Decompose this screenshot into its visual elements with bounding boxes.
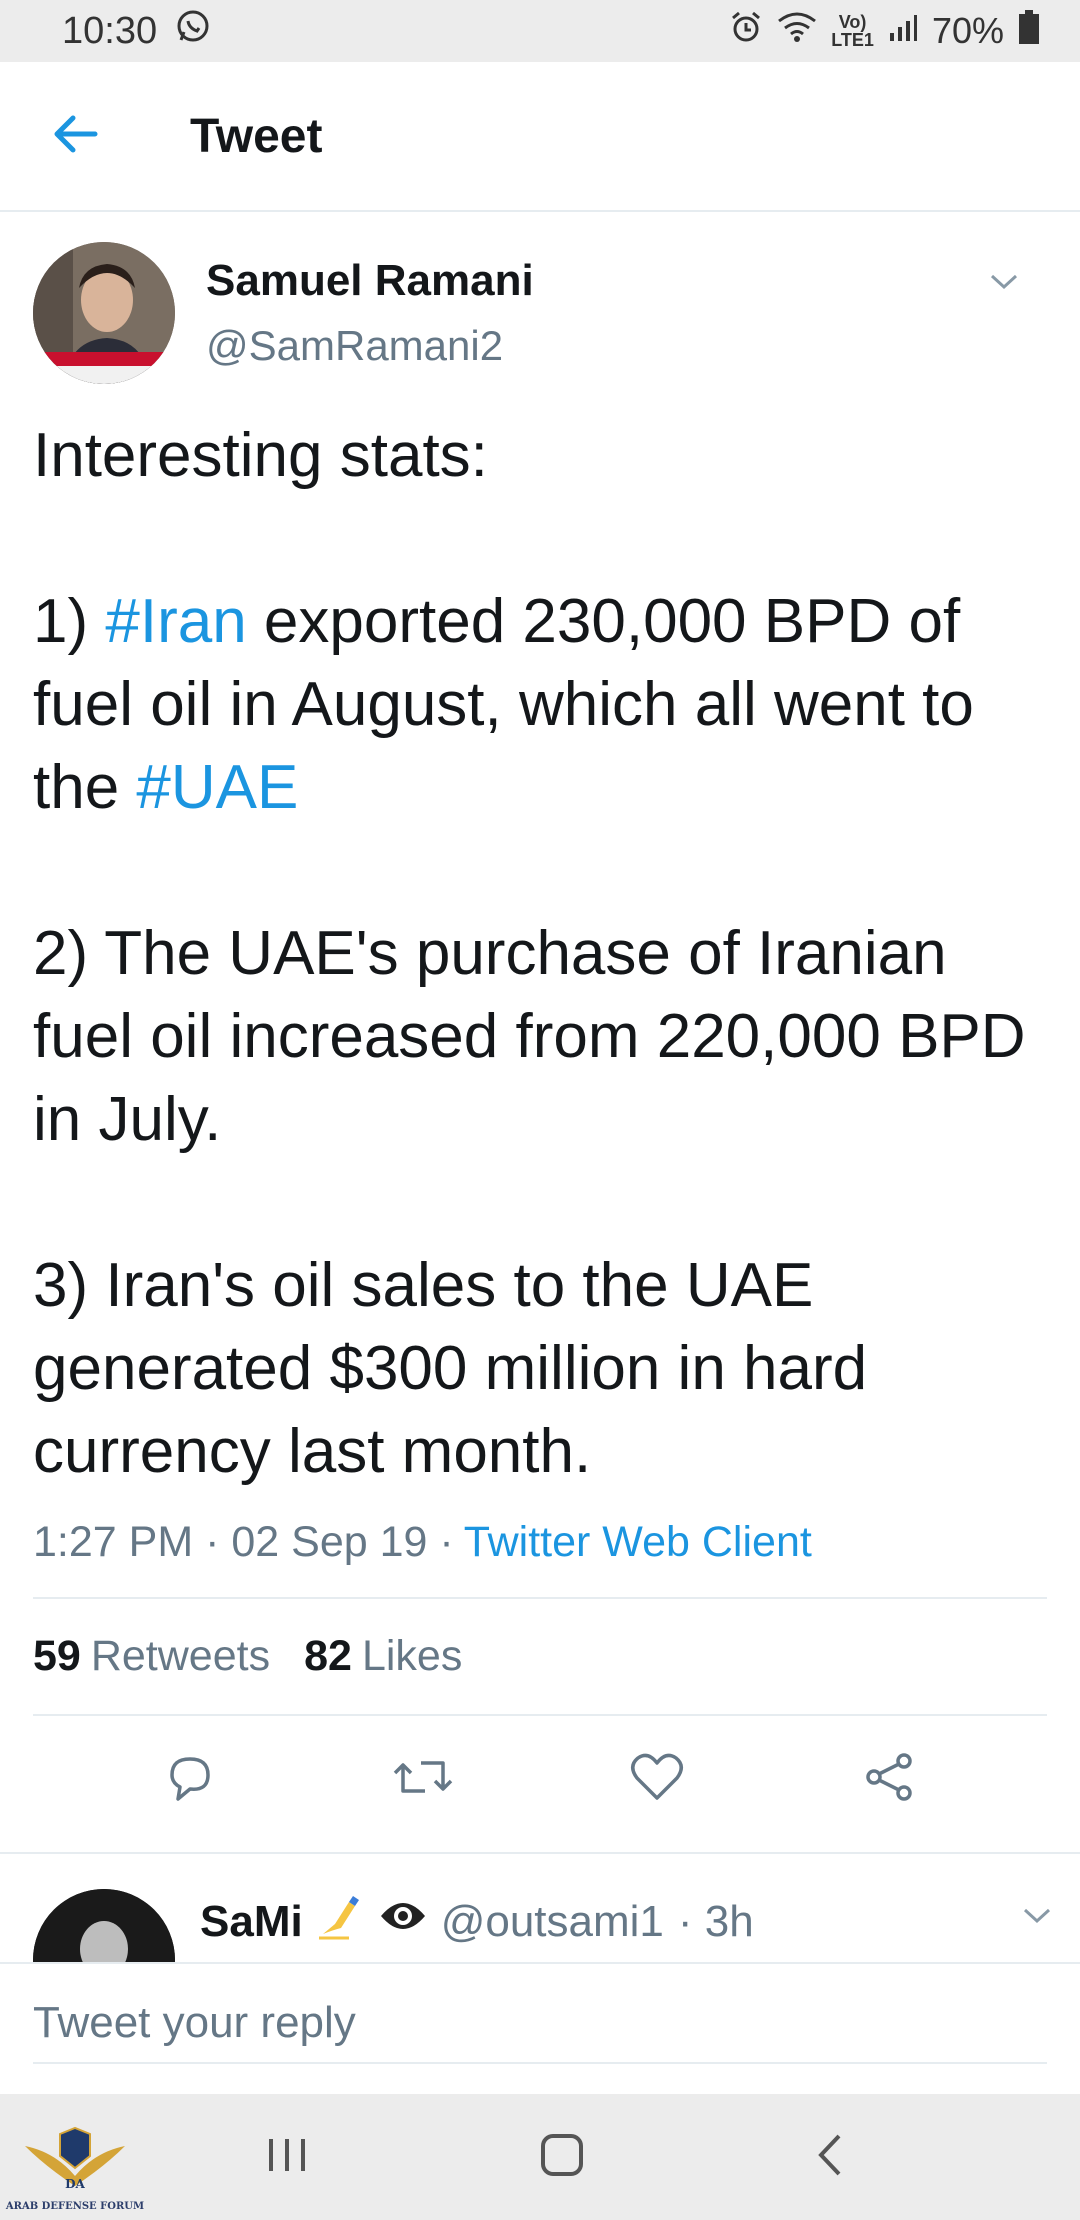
retweets-count: 59 bbox=[33, 1632, 81, 1680]
chevron-left-icon bbox=[815, 2134, 845, 2182]
tweet-stats: 59 Retweets 82 Likes bbox=[33, 1599, 1047, 1714]
reply-author-name[interactable]: SaMi bbox=[200, 1897, 303, 1947]
tweet-menu-button[interactable] bbox=[989, 272, 1019, 297]
app-header: Tweet bbox=[0, 62, 1080, 212]
navigation-bar bbox=[0, 2094, 1080, 2220]
reply-avatar[interactable] bbox=[33, 1889, 175, 1964]
forum-name: ARAB DEFENSE FORUM bbox=[5, 2201, 145, 2212]
likes-label: Likes bbox=[361, 1632, 463, 1680]
author-avatar[interactable] bbox=[33, 242, 175, 384]
share-icon bbox=[864, 1751, 916, 1808]
share-button[interactable] bbox=[850, 1739, 930, 1819]
tweet-actions bbox=[33, 1716, 1047, 1842]
reply-composer bbox=[0, 1962, 1080, 2094]
reply-button[interactable] bbox=[150, 1739, 230, 1819]
retweet-button[interactable] bbox=[383, 1739, 463, 1819]
status-time: 10:30 bbox=[62, 9, 158, 52]
nav-back-button[interactable] bbox=[815, 2132, 845, 2183]
retweets-stat[interactable]: 59 Retweets bbox=[33, 1632, 270, 1681]
recent-apps-icon bbox=[265, 2138, 309, 2179]
network-bottom: LTE1 bbox=[831, 30, 874, 50]
home-icon bbox=[539, 2133, 585, 2182]
alarm-icon bbox=[729, 10, 763, 53]
signal-icon bbox=[888, 10, 918, 52]
meta-separator: · bbox=[205, 1517, 220, 1566]
network-label: Vo) LTE1 bbox=[831, 13, 874, 49]
heart-icon bbox=[630, 1752, 684, 1807]
reply-input[interactable] bbox=[33, 1984, 1047, 2064]
tweet-client-link[interactable]: Twitter Web Client bbox=[464, 1518, 812, 1567]
tweet-date: 02 Sep 19 bbox=[231, 1517, 428, 1566]
tweet-text: Interesting stats: 1) #Iran exported 230… bbox=[33, 414, 1047, 1493]
likes-count: 82 bbox=[304, 1632, 352, 1680]
forum-watermark: DA ARAB DEFENSE FORUM bbox=[0, 2098, 150, 2220]
tweet-text-part: 2) The UAE's purchase of Iranian fuel oi… bbox=[33, 919, 1026, 1486]
likes-stat[interactable]: 82 Likes bbox=[304, 1632, 462, 1681]
forum-logo-text: DA bbox=[65, 2177, 85, 2191]
whatsapp-icon bbox=[175, 8, 211, 54]
hashtag-link[interactable]: #Iran bbox=[105, 587, 246, 656]
retweet-icon bbox=[393, 1751, 453, 1808]
author-name[interactable]: Samuel Ramani bbox=[206, 256, 534, 306]
eye-icon bbox=[379, 1896, 427, 1947]
tweet-time: 1:27 PM bbox=[33, 1517, 194, 1566]
reply-author-handle[interactable]: @outsami1 bbox=[441, 1897, 664, 1947]
reply-tweet[interactable]: SaMi @outsami1 · 3h bbox=[0, 1852, 1080, 1964]
battery-icon bbox=[1018, 9, 1040, 54]
writing-hand-icon bbox=[317, 1892, 365, 1951]
like-button[interactable] bbox=[617, 1739, 697, 1819]
status-bar: 10:30 Vo) LTE1 70% bbox=[0, 0, 1080, 62]
reply-time: · 3h bbox=[677, 1896, 754, 1946]
home-button[interactable] bbox=[539, 2132, 585, 2183]
back-arrow-icon bbox=[51, 114, 99, 159]
chevron-down-icon bbox=[1022, 1908, 1052, 1930]
tweet-meta: 1:27 PM · 02 Sep 19 · Twitter Web Client bbox=[33, 1507, 1047, 1577]
page-title: Tweet bbox=[190, 109, 323, 163]
meta-separator: · bbox=[439, 1517, 454, 1566]
tweet-author-row: Samuel Ramani @SamRamani2 bbox=[33, 214, 1047, 394]
hashtag-link[interactable]: #UAE bbox=[136, 753, 298, 822]
chevron-down-icon bbox=[989, 274, 1019, 296]
network-top: Vo) bbox=[838, 12, 867, 32]
recent-apps-button[interactable] bbox=[265, 2135, 309, 2180]
reply-header: SaMi @outsami1 · 3h bbox=[200, 1892, 754, 1951]
back-button[interactable] bbox=[0, 61, 150, 211]
battery-percent: 70% bbox=[931, 10, 1004, 51]
author-handle[interactable]: @SamRamani2 bbox=[206, 322, 503, 370]
main-tweet: Samuel Ramani @SamRamani2 Interesting st… bbox=[0, 214, 1080, 1842]
retweets-label: Retweets bbox=[90, 1632, 271, 1680]
reply-menu-button[interactable] bbox=[1022, 1906, 1052, 1931]
wifi-icon bbox=[777, 10, 817, 52]
forum-logo-icon: DA bbox=[20, 2126, 130, 2201]
reply-icon bbox=[164, 1751, 216, 1808]
